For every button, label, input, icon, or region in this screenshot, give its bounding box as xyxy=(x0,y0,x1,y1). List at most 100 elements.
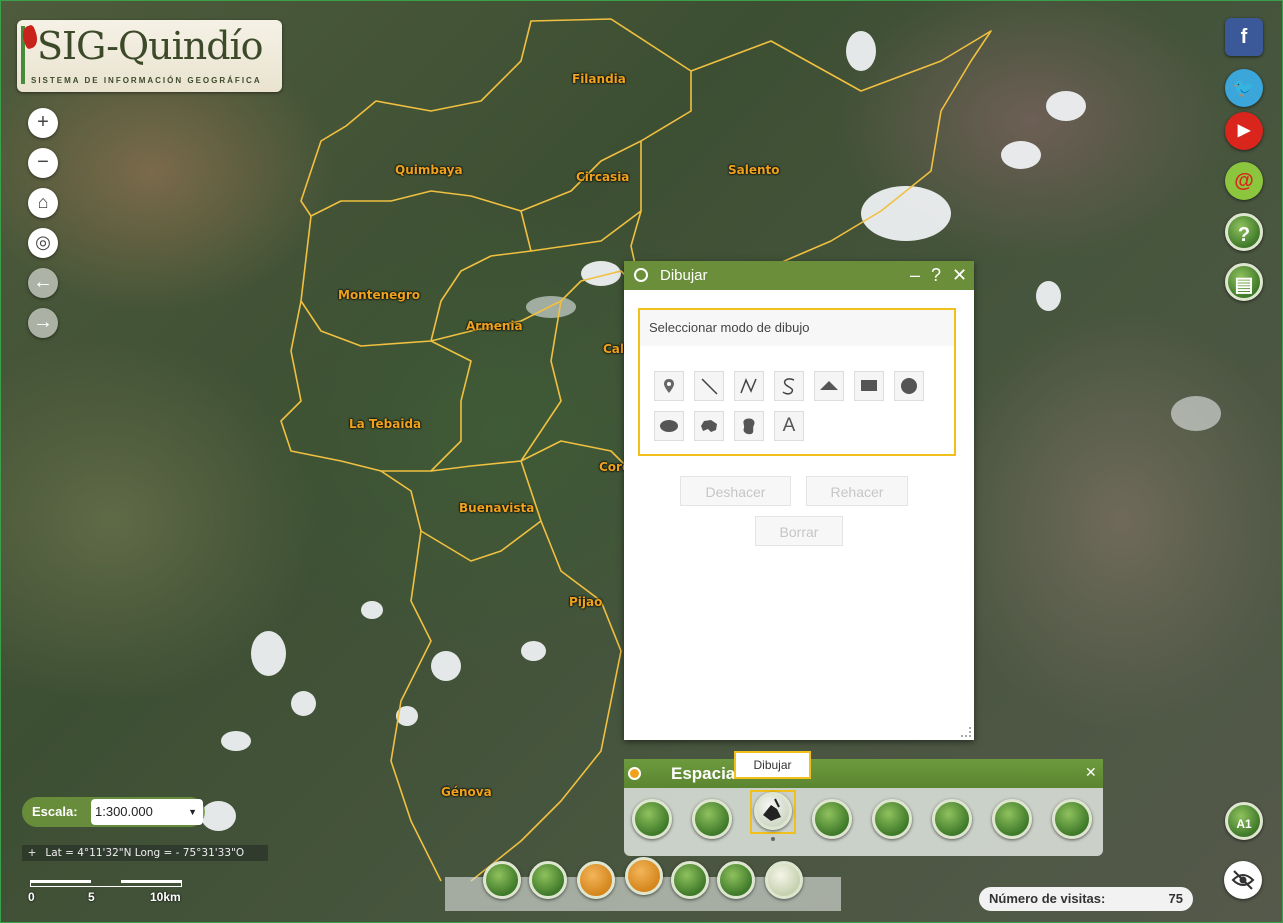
point-icon xyxy=(664,379,674,393)
freehand-polygon-tool-button[interactable] xyxy=(734,411,764,441)
help-button[interactable]: ? xyxy=(931,261,941,290)
freehand-polygon-icon xyxy=(743,418,755,435)
eye-slash-icon xyxy=(1231,870,1255,890)
clear-button[interactable]: Borrar xyxy=(755,516,843,546)
draw-mode-label: Seleccionar modo de dibujo xyxy=(640,310,954,346)
municipality-label: Génova xyxy=(441,785,492,799)
polygon-tool-button[interactable] xyxy=(694,411,724,441)
line-tool-button[interactable] xyxy=(694,371,724,401)
calculator-icon[interactable]: ▤ xyxy=(1225,263,1263,301)
municipality-label: Armenia xyxy=(466,319,523,333)
rectangle-icon xyxy=(861,380,877,391)
scale-select[interactable]: 1:300.000 ▼ xyxy=(91,799,203,825)
municipality-label: Pijao xyxy=(569,595,603,609)
coordinates-readout: + Lat = 4°11'32"N Long = - 75°31'33"O xyxy=(22,845,268,861)
point-tool-button[interactable] xyxy=(654,371,684,401)
close-button[interactable]: ✕ xyxy=(1085,764,1097,781)
chevron-down-icon: ▼ xyxy=(188,807,197,817)
ellipse-icon xyxy=(660,420,678,432)
redo-button[interactable]: Rehacer xyxy=(806,476,908,506)
draw-icon xyxy=(763,798,781,821)
measure-tool-button[interactable] xyxy=(529,861,567,899)
triangle-icon xyxy=(820,381,838,390)
coordinates-text: Lat = 4°11'32"N Long = - 75°31'33"O xyxy=(45,847,245,859)
rectangle-tool-button[interactable] xyxy=(854,371,884,401)
locate-button[interactable]: ◎ xyxy=(28,228,58,258)
municipality-label: Circasia xyxy=(576,170,630,184)
draw-panel-header[interactable]: Dibujar – ? ✕ xyxy=(624,261,974,290)
municipality-label: Montenegro xyxy=(338,288,421,302)
logo-title: SIG-Quindío xyxy=(37,24,264,68)
spatial-tool-2[interactable] xyxy=(692,799,732,839)
zoom-out-button[interactable]: − xyxy=(28,148,58,178)
municipality-label: Buenavista xyxy=(459,501,535,515)
municipality-label: Filandia xyxy=(572,72,626,86)
draw-tool-button[interactable] xyxy=(754,792,792,830)
zoom-in-button[interactable]: + xyxy=(28,108,58,138)
minimize-button[interactable]: – xyxy=(910,261,920,290)
freehand-polyline-tool-button[interactable] xyxy=(774,371,804,401)
undo-button[interactable]: Deshacer xyxy=(680,476,791,506)
home-button[interactable]: ⌂ xyxy=(28,188,58,218)
overview-map-button[interactable]: A1 xyxy=(1225,802,1263,840)
panel-icon xyxy=(628,767,641,780)
back-button[interactable]: ← xyxy=(28,268,58,298)
spatial-tool-4[interactable] xyxy=(812,799,852,839)
municipality-label: La Tebaida xyxy=(349,417,422,431)
folder-tool-button[interactable] xyxy=(577,861,615,899)
spatial-tools-panel[interactable]: Espaciales ✕ xyxy=(624,759,1103,856)
scalebar-tick: 5 xyxy=(88,890,95,904)
youtube-icon[interactable]: ▶ xyxy=(1225,112,1263,150)
circle-icon xyxy=(901,378,917,394)
print-tool-button[interactable] xyxy=(671,861,709,899)
logo-subtitle: SISTEMA DE INFORMACIÓN GEOGRÁFICA xyxy=(31,76,262,85)
sig-quindio-logo: SIG-Quindío SISTEMA DE INFORMACIÓN GEOGR… xyxy=(17,20,282,92)
polygon-icon xyxy=(701,420,717,432)
selected-tool-highlight xyxy=(750,790,796,834)
spatial-tool-row xyxy=(624,788,1103,856)
scalebar xyxy=(30,880,182,887)
forward-button[interactable]: → xyxy=(28,308,58,338)
panel-icon xyxy=(634,268,648,282)
compass-tool-button[interactable] xyxy=(932,799,972,839)
scale-label: Escala: xyxy=(32,804,78,819)
freehand-polyline-icon xyxy=(782,378,795,395)
open-folder-tool-button[interactable] xyxy=(625,857,663,895)
circle-tool-button[interactable] xyxy=(894,371,924,401)
email-icon[interactable]: @ xyxy=(1225,162,1263,200)
spatial-tool-8[interactable] xyxy=(1052,799,1092,839)
municipality-label: Quimbaya xyxy=(395,163,463,177)
help-icon[interactable]: ? xyxy=(1225,213,1263,251)
basemap-tool-button[interactable] xyxy=(765,861,803,899)
ellipse-tool-button[interactable] xyxy=(654,411,684,441)
scalebar-tick: 10km xyxy=(150,890,181,904)
polyline-tool-button[interactable] xyxy=(734,371,764,401)
municipality-label: Salento xyxy=(728,163,780,177)
scale-control: Escala: 1:300.000 ▼ xyxy=(22,797,205,827)
polyline-icon xyxy=(740,378,757,394)
draw-mode-selector: Seleccionar modo de dibujo A xyxy=(638,308,956,456)
legend-tool-button[interactable] xyxy=(483,861,521,899)
visit-label: Número de visitas: xyxy=(989,891,1106,906)
visit-count: 75 xyxy=(1168,891,1183,906)
crosshair-icon: + xyxy=(27,847,37,859)
spatial-panel-header[interactable]: Espaciales ✕ xyxy=(624,759,1103,788)
facebook-icon[interactable]: f xyxy=(1225,18,1263,56)
twitter-icon[interactable]: 🐦 xyxy=(1225,69,1263,107)
tooltip: Dibujar xyxy=(734,751,811,779)
close-button[interactable]: ✕ xyxy=(952,261,967,290)
spatial-tool-1[interactable] xyxy=(632,799,672,839)
visibility-toggle[interactable] xyxy=(1224,861,1262,899)
active-indicator xyxy=(771,837,775,841)
draw-panel[interactable]: Dibujar – ? ✕ Seleccionar modo de dibujo xyxy=(624,261,974,740)
spatial-tool-5[interactable] xyxy=(872,799,912,839)
text-tool-button[interactable]: A xyxy=(774,411,804,441)
swipe-tool-button[interactable] xyxy=(717,861,755,899)
main-toolbar xyxy=(445,857,841,911)
scalebar-tick: 0 xyxy=(28,890,35,904)
visit-counter: Número de visitas: 75 xyxy=(979,887,1193,911)
resize-handle[interactable] xyxy=(961,727,971,737)
triangle-tool-button[interactable] xyxy=(814,371,844,401)
spatial-tool-7[interactable] xyxy=(992,799,1032,839)
draw-panel-title: Dibujar xyxy=(660,267,708,284)
